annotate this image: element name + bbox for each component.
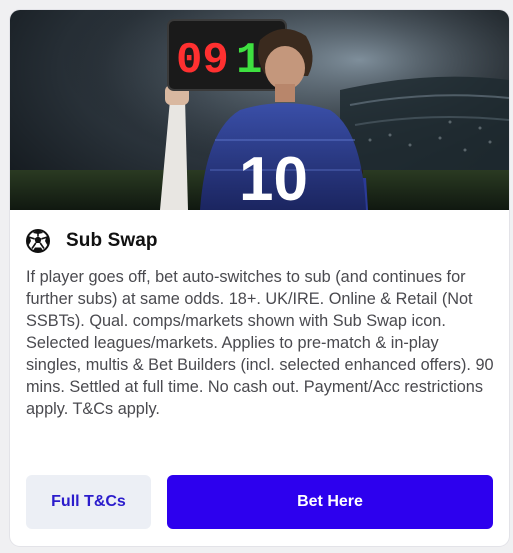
full-terms-button[interactable]: Full T&Cs [26,475,151,529]
board-red-digits: 09 [176,36,229,86]
bet-here-button[interactable]: Bet Here [167,475,493,529]
promo-title: Sub Swap [66,230,158,251]
promo-card: 09 10 10 Sub Swap If player go [10,10,509,546]
promo-hero-image: 09 10 10 [10,10,509,210]
shirt-number: 10 [239,145,308,210]
promo-description: If player goes off, bet auto-switches to… [26,268,494,418]
football-icon [26,229,50,253]
promo-header: Sub Swap [26,226,158,256]
